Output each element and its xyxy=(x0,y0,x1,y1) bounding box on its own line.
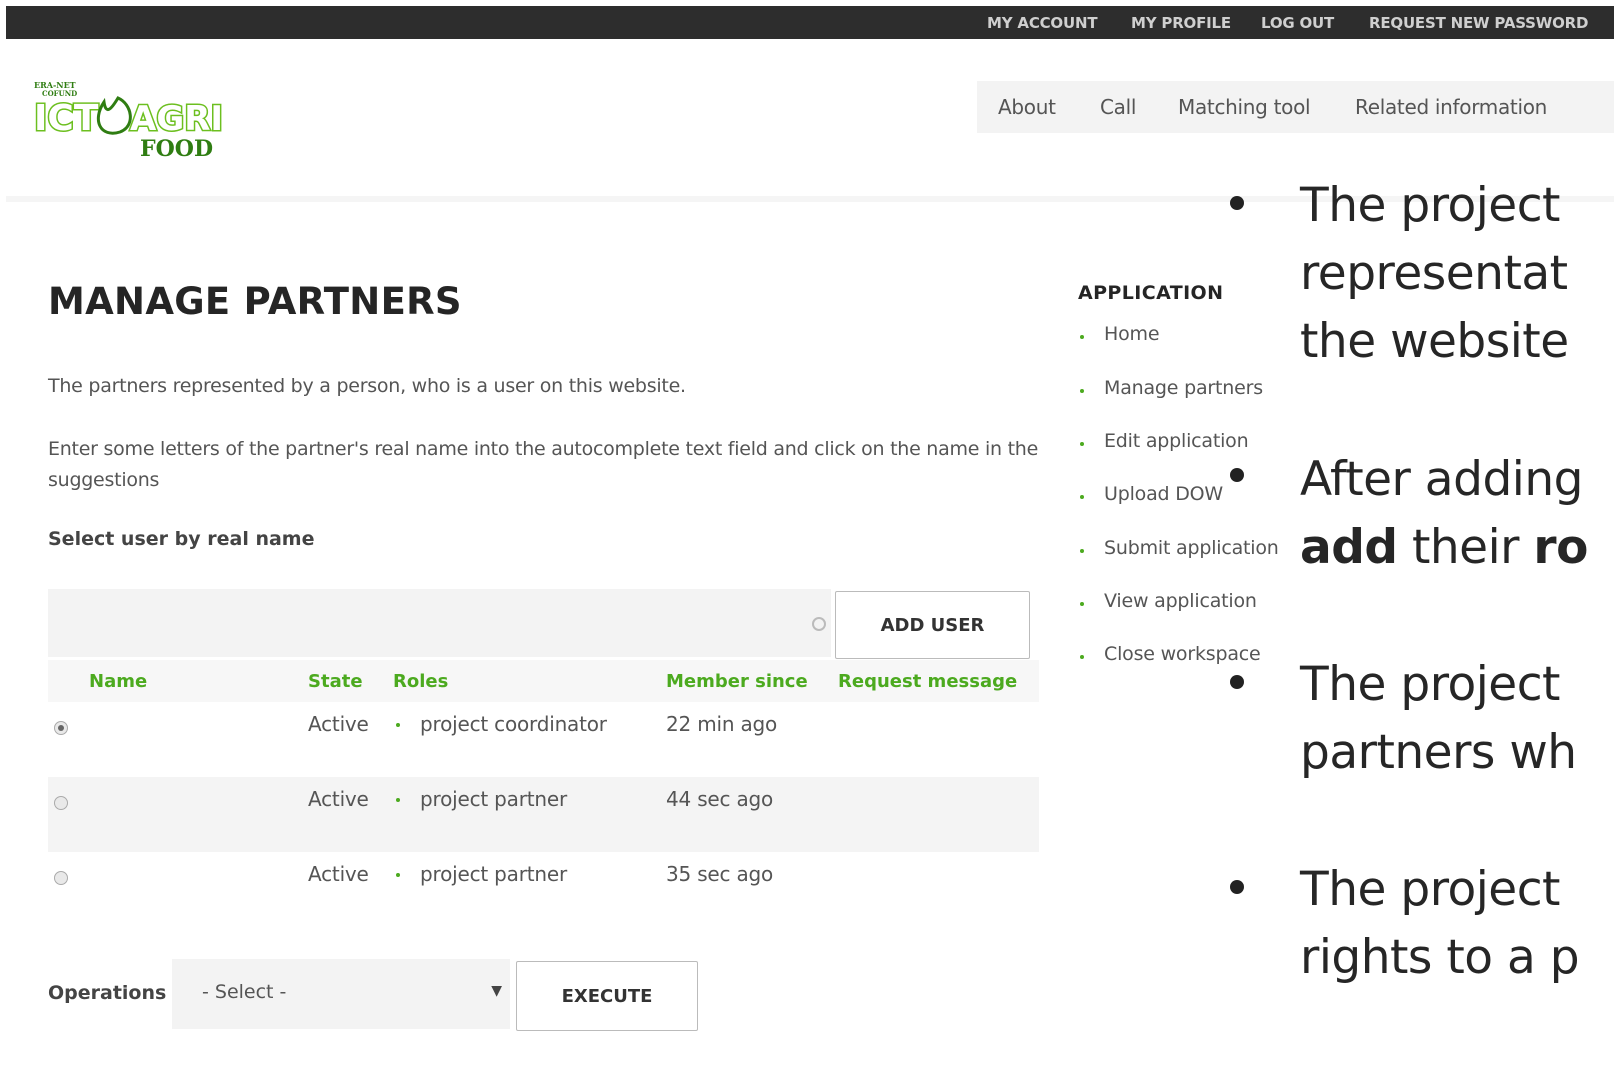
sidebar-item-close-workspace[interactable]: Close workspace xyxy=(1104,643,1261,665)
role-bullet xyxy=(396,723,400,727)
sidebar-bullet xyxy=(1080,389,1084,393)
sidebar-item-view-application[interactable]: View application xyxy=(1104,590,1257,612)
browser-page: MY ACCOUNT MY PROFILE LOG OUT REQUEST NE… xyxy=(6,6,1614,1078)
column-header-member-since[interactable]: Member since xyxy=(666,671,808,692)
add-user-button[interactable]: ADD USER xyxy=(835,591,1030,659)
partner-member-since: 22 min ago xyxy=(666,712,778,736)
slide-bold-add: add xyxy=(1300,520,1398,575)
my-account-link[interactable]: MY ACCOUNT xyxy=(987,14,1098,32)
slide-bullet xyxy=(1230,196,1244,210)
partner-role: project partner xyxy=(420,862,567,886)
slide-bullet-1-line-1: The project xyxy=(1300,178,1560,233)
page-title: MANAGE PARTNERS xyxy=(48,280,462,323)
nav-matching-tool[interactable]: Matching tool xyxy=(1178,95,1311,119)
column-header-request-message[interactable]: Request message xyxy=(838,671,1017,692)
nav-call[interactable]: Call xyxy=(1100,95,1136,119)
svg-text:ICT: ICT xyxy=(34,98,99,139)
operations-label: Operations xyxy=(48,982,167,1004)
instructions-text: Enter some letters of the partner's real… xyxy=(48,438,1039,491)
slide-bullet-2-line-2: add their ro xyxy=(1300,514,1588,582)
slide-bullet-1-line-2: representat xyxy=(1300,246,1568,301)
account-bar: MY ACCOUNT MY PROFILE LOG OUT REQUEST NE… xyxy=(6,6,1614,39)
log-out-link[interactable]: LOG OUT xyxy=(1261,14,1334,32)
sidebar-bullet xyxy=(1080,602,1084,606)
operations-select-value: - Select - xyxy=(202,981,287,1003)
sidebar-item-submit-application[interactable]: Submit application xyxy=(1104,537,1279,559)
role-bullet xyxy=(396,873,400,877)
svg-text:COFUND: COFUND xyxy=(42,89,77,98)
slide-bullet-3-line-2: partners wh xyxy=(1300,725,1577,780)
sidebar-item-upload-dow[interactable]: Upload DOW xyxy=(1104,483,1223,505)
slide-bullet xyxy=(1230,675,1244,689)
slide-bullet-4-line-1: The project xyxy=(1300,862,1560,917)
svg-text:AGRI: AGRI xyxy=(130,99,223,139)
intro-text: The partners represented by a person, wh… xyxy=(48,375,686,397)
execute-button[interactable]: EXECUTE xyxy=(516,961,698,1031)
column-header-state[interactable]: State xyxy=(308,671,363,692)
sidebar-item-home[interactable]: Home xyxy=(1104,323,1160,345)
partner-role: project coordinator xyxy=(420,712,607,736)
slide-bullet-4-line-2: rights to a p xyxy=(1300,930,1580,985)
partner-member-since: 35 sec ago xyxy=(666,862,774,886)
nav-related-information[interactable]: Related information xyxy=(1355,95,1547,119)
column-header-name[interactable]: Name xyxy=(89,671,147,692)
partner-state: Active xyxy=(308,712,369,736)
sidebar-bullet xyxy=(1080,549,1084,553)
partner-role: project partner xyxy=(420,787,567,811)
partner-state: Active xyxy=(308,862,369,886)
slide-bullet xyxy=(1230,880,1244,894)
sidebar-title: APPLICATION xyxy=(1078,282,1224,304)
slide-bullet-2-line-1: After adding xyxy=(1300,452,1583,507)
nav-about[interactable]: About xyxy=(998,95,1056,119)
autocomplete-throbber-icon xyxy=(812,617,826,631)
partner-state: Active xyxy=(308,787,369,811)
main-navigation: About Call Matching tool Related informa… xyxy=(977,81,1614,133)
row-select-radio[interactable] xyxy=(54,871,68,885)
operations-select[interactable]: - Select - ▼ xyxy=(172,959,510,1029)
slide-bold-role: ro xyxy=(1533,520,1588,575)
sidebar-bullet xyxy=(1080,442,1084,446)
partner-autocomplete-input[interactable] xyxy=(48,589,831,657)
partner-member-since: 44 sec ago xyxy=(666,787,774,811)
slide-bullet-1-line-3: the website xyxy=(1300,314,1569,369)
sidebar-item-manage-partners[interactable]: Manage partners xyxy=(1104,377,1263,399)
svg-text:FOOD: FOOD xyxy=(140,136,213,160)
slide-text-their: their xyxy=(1397,520,1534,575)
ict-agri-food-logo[interactable]: ERA-NET COFUND ICT AGRI FOOD xyxy=(32,80,232,162)
sidebar-bullet xyxy=(1080,495,1084,499)
row-select-radio[interactable] xyxy=(54,796,68,810)
chevron-down-icon: ▼ xyxy=(491,983,502,999)
my-profile-link[interactable]: MY PROFILE xyxy=(1131,14,1231,32)
sidebar-bullet xyxy=(1080,655,1084,659)
select-user-label: Select user by real name xyxy=(48,528,315,550)
slide-bullet-3-line-1: The project xyxy=(1300,657,1560,712)
sidebar-item-edit-application[interactable]: Edit application xyxy=(1104,430,1249,452)
request-new-password-link[interactable]: REQUEST NEW PASSWORD xyxy=(1369,14,1588,32)
slide-bullet xyxy=(1230,468,1244,482)
row-select-radio[interactable] xyxy=(54,721,68,735)
logo-graphic: ERA-NET COFUND ICT AGRI FOOD xyxy=(33,80,225,162)
role-bullet xyxy=(396,798,400,802)
column-header-roles[interactable]: Roles xyxy=(393,671,448,692)
sidebar-bullet xyxy=(1080,335,1084,339)
